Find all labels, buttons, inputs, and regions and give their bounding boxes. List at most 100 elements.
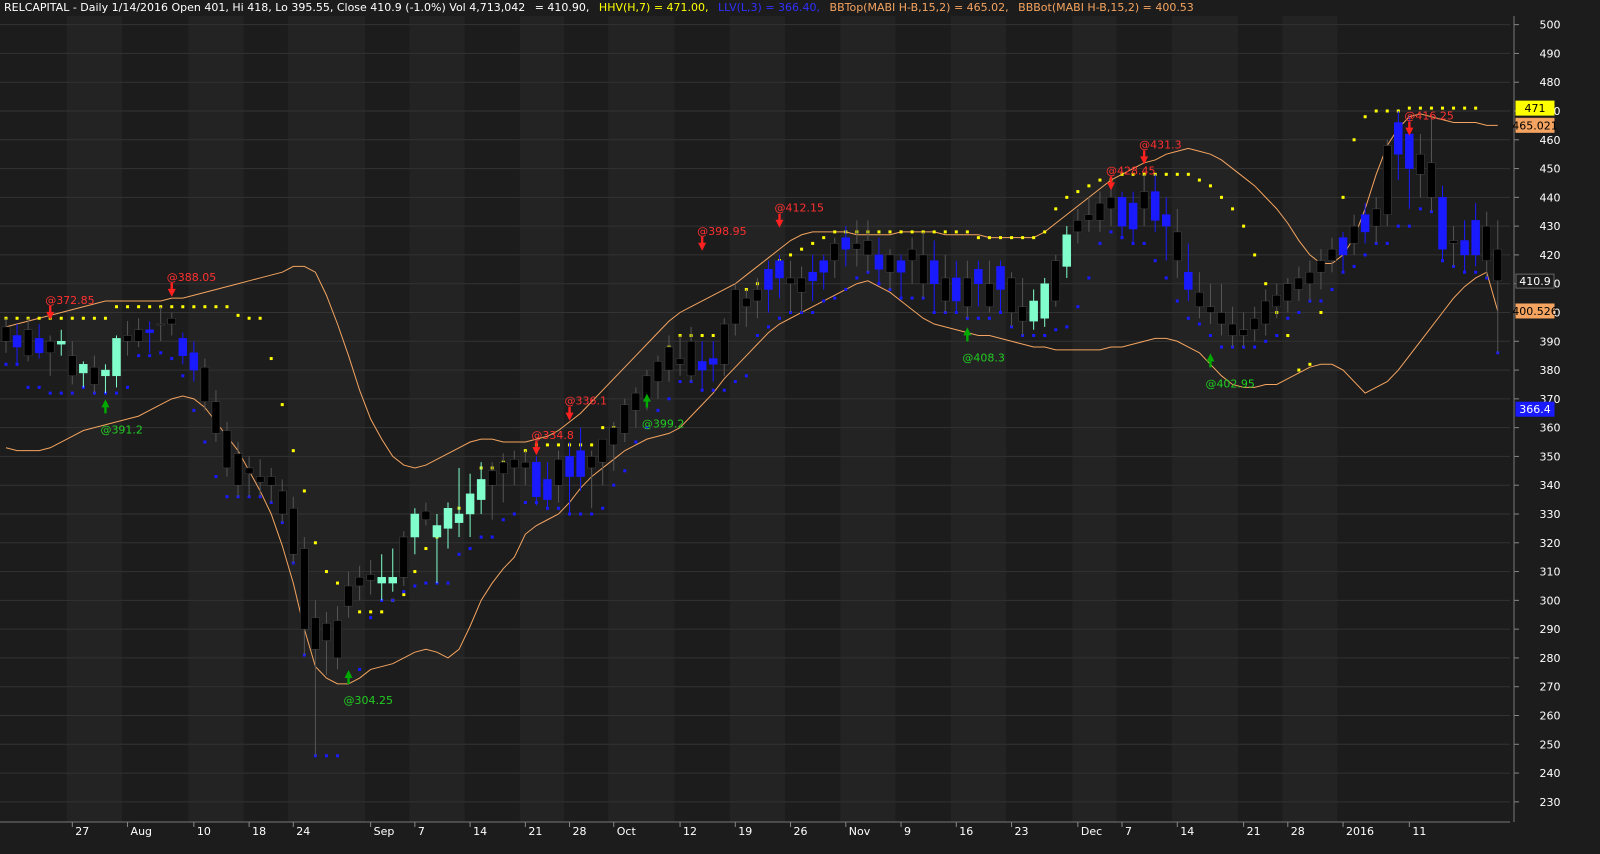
candle-body xyxy=(68,355,77,377)
hhv-dot xyxy=(1010,236,1014,240)
hhv-dot xyxy=(1197,178,1201,182)
sell-arrow-icon xyxy=(565,406,574,421)
llv-dot xyxy=(1352,264,1356,268)
llv-dot xyxy=(336,754,339,758)
candle-body xyxy=(45,341,55,354)
candle-body xyxy=(587,456,596,469)
candle-body xyxy=(1117,197,1127,227)
candle-body xyxy=(388,577,397,584)
candle-body xyxy=(1029,300,1038,322)
x-tick-label: 27 xyxy=(75,825,89,838)
candle-body xyxy=(443,507,453,529)
llv-dot xyxy=(203,440,207,444)
sell-arrow-icon xyxy=(167,282,176,297)
candle-body xyxy=(90,366,99,385)
llv-dot xyxy=(468,547,472,551)
llv-dot xyxy=(1164,276,1168,280)
llv-dot xyxy=(159,351,163,355)
hhv-dot xyxy=(1352,138,1356,142)
candle-body xyxy=(720,323,729,365)
candle-body xyxy=(1449,240,1458,244)
candle-body xyxy=(929,260,939,284)
candle-body xyxy=(1338,237,1348,256)
hhv-dot xyxy=(115,305,118,309)
x-tick-label: 19 xyxy=(738,825,752,838)
hhv-dot xyxy=(291,449,295,453)
hhv-dot xyxy=(358,610,362,614)
sell-signal-label: @398.95 xyxy=(697,225,747,238)
llv-dot xyxy=(1153,259,1157,263)
candle-body xyxy=(355,577,364,587)
candle-body xyxy=(1316,260,1326,273)
llv-dot xyxy=(1275,334,1279,338)
candle-body xyxy=(1261,300,1270,325)
candle-body xyxy=(421,510,431,521)
y-tick-label: 430 xyxy=(1540,220,1561,233)
candle-body xyxy=(1217,312,1226,325)
llv-dot xyxy=(855,276,859,280)
llv-dot xyxy=(1043,334,1047,338)
candle-body xyxy=(631,392,641,411)
hhv-dot xyxy=(225,305,229,309)
candle-body xyxy=(1173,231,1182,261)
hhv-dot xyxy=(711,334,715,338)
hhv-dot xyxy=(1087,184,1091,188)
y-tick-label: 280 xyxy=(1540,652,1561,665)
sell-signal-label: @334.8 xyxy=(531,429,574,442)
x-tick-label: Nov xyxy=(849,825,871,838)
y-tick-label: 350 xyxy=(1540,450,1561,463)
x-tick-label: Dec xyxy=(1081,825,1102,838)
month-band xyxy=(729,16,786,822)
llv-dot xyxy=(137,354,141,358)
y-tick-label: 490 xyxy=(1540,47,1561,60)
hhv-dot xyxy=(313,541,317,545)
month-band xyxy=(1171,16,1239,822)
candle-body xyxy=(1294,277,1304,290)
candle-body xyxy=(499,461,508,474)
hhv-dot xyxy=(1363,115,1367,119)
price-tag-label: 410.9 xyxy=(1519,275,1551,288)
hhv-dot xyxy=(1463,106,1467,110)
hhv-dot xyxy=(413,570,417,574)
candle-body xyxy=(278,490,287,515)
llv-dot xyxy=(1109,230,1113,234)
llv-dot xyxy=(833,296,837,300)
candle-body xyxy=(521,461,530,469)
x-tick-label: 14 xyxy=(473,825,487,838)
candle-body xyxy=(918,254,928,284)
hhv-dot xyxy=(1264,282,1268,286)
llv-dot xyxy=(115,391,118,395)
candle-body xyxy=(1371,208,1381,227)
bbbot-legend: BBBot(MABI H-B,15,2) = 400.53 xyxy=(1018,1,1194,14)
hhv-dot xyxy=(888,230,892,234)
sell-signal-label: @372.85 xyxy=(45,294,94,307)
candle-body xyxy=(289,507,298,555)
hhv-dot xyxy=(954,230,958,234)
candlestick-chart[interactable]: 230 240 250 260 270 280 290 300 310 320 330 340 350 3… xyxy=(0,0,1600,854)
candle-body xyxy=(1062,234,1072,267)
candle-body xyxy=(1283,283,1293,302)
candle-body xyxy=(211,401,221,434)
llv-dot xyxy=(1253,345,1257,349)
y-tick-label: 360 xyxy=(1540,422,1561,435)
close-value: = 410.90, xyxy=(534,1,590,14)
candle-body xyxy=(476,479,486,500)
x-tick-label: 16 xyxy=(959,825,973,838)
llv-dot xyxy=(1220,345,1223,349)
hhv-dot xyxy=(336,581,339,585)
candle-body xyxy=(819,260,828,273)
hhv-dot xyxy=(92,316,96,320)
candle-body xyxy=(1040,283,1049,319)
llv-dot xyxy=(976,316,980,320)
hhv-dot xyxy=(877,230,881,234)
llv-dot xyxy=(590,512,594,516)
candle-body xyxy=(366,574,375,581)
llv-dot xyxy=(369,616,373,620)
llv-legend: LLV(L,3) = 366.40, xyxy=(718,1,821,14)
candle-body xyxy=(1460,240,1469,256)
candle-body xyxy=(1405,133,1414,169)
llv-dot xyxy=(1032,334,1036,338)
llv-dot xyxy=(1054,328,1058,332)
llv-dot xyxy=(722,388,726,392)
sell-signal-label: @388.05 xyxy=(167,271,217,284)
